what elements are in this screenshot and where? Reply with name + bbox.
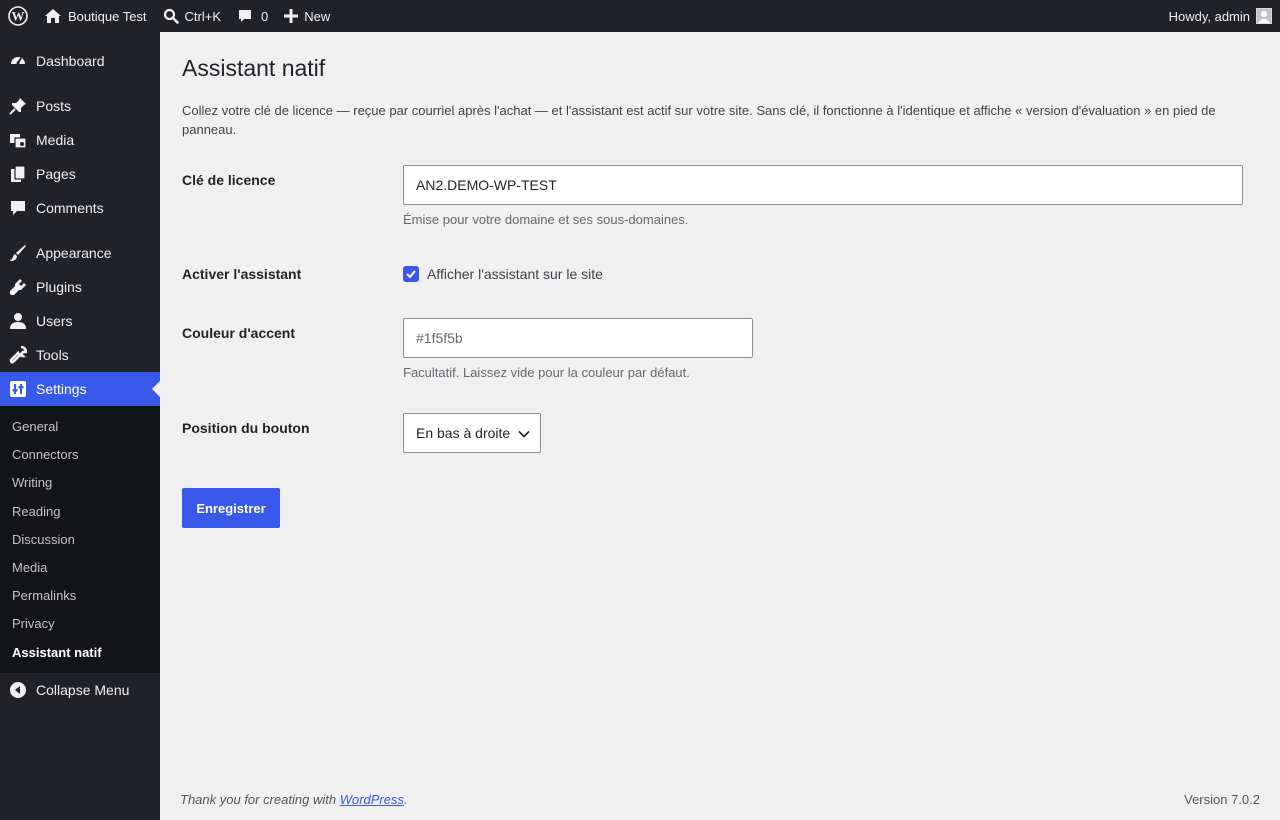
comments-link[interactable]: 0 — [229, 0, 276, 32]
accent-description: Facultatif. Laissez vide pour la couleur… — [403, 365, 690, 380]
new-content-button[interactable]: New — [276, 0, 338, 32]
collapse-menu-button[interactable]: Collapse Menu — [0, 673, 160, 707]
sidebar-item-label: Pages — [36, 166, 76, 182]
settings-submenu: General Connectors Writing Reading Discu… — [0, 406, 160, 673]
submenu-item-assistant-natif[interactable]: Assistant natif — [0, 639, 160, 667]
submenu-item-media[interactable]: Media — [0, 554, 160, 582]
activate-label: Activer l'assistant — [182, 266, 302, 282]
search-icon — [163, 8, 179, 24]
account-menu[interactable]: Howdy, admin — [1161, 0, 1280, 32]
page-title: Assistant natif — [182, 55, 326, 81]
avatar — [1256, 8, 1272, 24]
sidebar-item-dashboard[interactable]: Dashboard — [0, 44, 160, 78]
license-label: Clé de licence — [182, 172, 276, 188]
position-label: Position du bouton — [182, 420, 310, 436]
sidebar-item-label: Appearance — [36, 245, 112, 261]
comments-count: 0 — [261, 8, 269, 24]
license-field-wrap: Émise pour votre domaine et ses sous-dom… — [403, 165, 1243, 227]
sidebar-item-label: Media — [36, 132, 75, 148]
accent-field-wrap: Facultatif. Laissez vide pour la couleur… — [403, 318, 753, 380]
accent-label: Couleur d'accent — [182, 325, 296, 341]
plus-icon — [284, 9, 299, 23]
sidebar-item-label: Plugins — [36, 279, 82, 295]
sidebar-item-posts[interactable]: Posts — [0, 89, 160, 123]
submenu-item-privacy[interactable]: Privacy — [0, 610, 160, 638]
comment-icon — [239, 10, 252, 22]
new-label: New — [304, 8, 331, 24]
checkmark-icon — [406, 270, 416, 279]
pin-icon — [8, 96, 28, 116]
submenu-item-reading[interactable]: Reading — [0, 498, 160, 526]
submenu-item-writing[interactable]: Writing — [0, 469, 160, 497]
license-description: Émise pour votre domaine et ses sous-dom… — [403, 212, 689, 227]
admin-sidebar: Dashboard Posts Media Pages Comments App… — [0, 32, 160, 820]
position-selected-value: En bas à droite — [416, 425, 511, 441]
footer-version: Version 7.0.2 — [1184, 792, 1260, 807]
wordpress-logo-icon[interactable]: W — [0, 0, 36, 32]
dashboard-icon — [8, 51, 28, 71]
home-icon — [45, 9, 61, 23]
settings-icon — [8, 379, 28, 399]
sidebar-item-tools[interactable]: Tools — [0, 338, 160, 372]
footer-thanks: Thank you for creating with WordPress. — [180, 792, 408, 807]
submenu-item-discussion[interactable]: Discussion — [0, 526, 160, 554]
submenu-item-permalinks[interactable]: Permalinks — [0, 582, 160, 610]
media-icon — [8, 130, 28, 150]
user-icon — [8, 311, 28, 331]
collapse-menu-label: Collapse Menu — [36, 681, 130, 698]
license-key-input[interactable] — [403, 165, 1243, 205]
comment-icon — [8, 198, 28, 218]
search-shortcut: Ctrl+K — [184, 8, 222, 24]
position-field-wrap: En bas à droite — [403, 413, 541, 453]
activate-field-wrap: Afficher l'assistant sur le site — [403, 266, 603, 282]
brush-icon — [8, 243, 28, 263]
footer-thanks-prefix: Thank you for creating with — [180, 792, 340, 807]
position-select[interactable]: En bas à droite — [403, 413, 541, 453]
sidebar-item-appearance[interactable]: Appearance — [0, 236, 160, 270]
submenu-item-general[interactable]: General — [0, 413, 160, 441]
wordpress-link[interactable]: WordPress — [340, 792, 404, 807]
sidebar-item-label: Posts — [36, 98, 72, 114]
sidebar-item-label: Dashboard — [36, 53, 105, 69]
sidebar-item-label: Comments — [36, 200, 104, 216]
plugin-icon — [8, 277, 28, 297]
chevron-down-icon — [518, 430, 530, 438]
command-search-button[interactable]: Ctrl+K — [155, 0, 229, 32]
howdy-text: Howdy, admin — [1168, 8, 1250, 24]
collapse-icon — [8, 680, 28, 700]
page-intro: Collez votre clé de licence — reçue par … — [182, 102, 1216, 138]
wrench-icon — [8, 345, 28, 365]
sidebar-item-media[interactable]: Media — [0, 123, 160, 157]
activate-checkbox[interactable] — [403, 266, 419, 282]
pages-icon — [8, 164, 28, 184]
main-content: Assistant natif Collez votre clé de lice… — [182, 32, 1260, 528]
sidebar-item-label: Users — [36, 313, 73, 329]
save-button[interactable]: Enregistrer — [182, 488, 280, 528]
svg-text:W: W — [12, 9, 25, 24]
sidebar-item-plugins[interactable]: Plugins — [0, 270, 160, 304]
sidebar-item-users[interactable]: Users — [0, 304, 160, 338]
accent-color-input[interactable] — [403, 318, 753, 358]
sidebar-item-comments[interactable]: Comments — [0, 191, 160, 225]
admin-bar: W Boutique Test Ctrl+K 0 New Howdy, admi… — [0, 0, 1280, 32]
site-name-link[interactable]: Boutique Test — [36, 0, 155, 32]
activate-checkbox-label[interactable]: Afficher l'assistant sur le site — [427, 266, 603, 282]
site-name: Boutique Test — [68, 8, 147, 24]
footer-thanks-suffix: . — [404, 792, 408, 807]
sidebar-item-label: Tools — [36, 347, 69, 363]
sidebar-item-pages[interactable]: Pages — [0, 157, 160, 191]
sidebar-item-label: Settings — [36, 381, 87, 397]
submenu-item-connectors[interactable]: Connectors — [0, 441, 160, 469]
sidebar-item-settings[interactable]: Settings — [0, 372, 160, 406]
